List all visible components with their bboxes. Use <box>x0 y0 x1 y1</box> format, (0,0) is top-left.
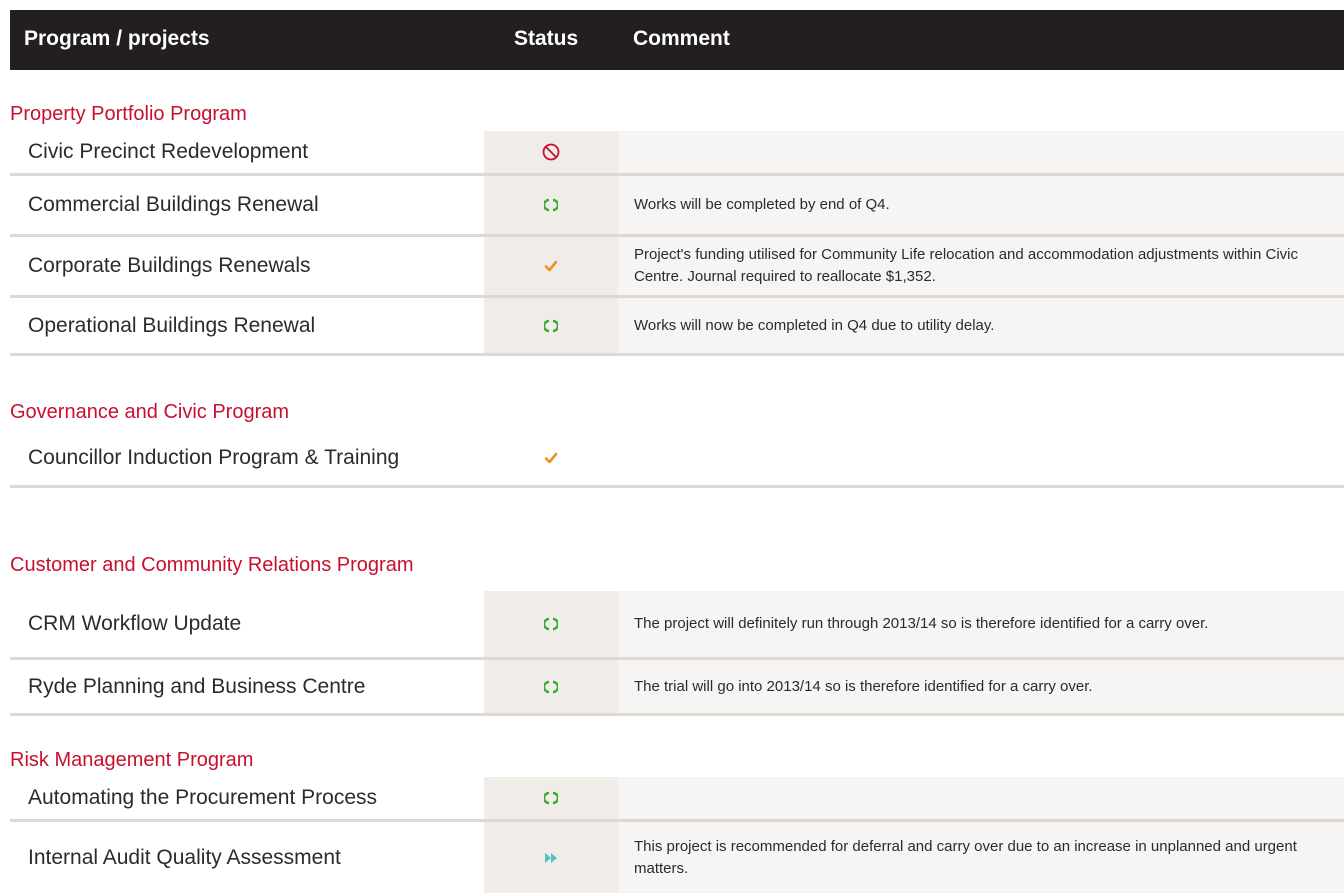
comment-cell: Works will be completed by end of Q4. <box>618 176 1344 234</box>
column-header-program-projects: Program / projects <box>24 27 210 50</box>
section-title-governance-civic: Governance and Civic Program <box>10 401 290 423</box>
section-title-property-portfolio: Property Portfolio Program <box>10 103 247 125</box>
cycle-arrows-icon <box>544 680 558 694</box>
project-name: Civic Precinct Redevelopment <box>10 131 484 173</box>
table-row: Commercial Buildings Renewal Works will … <box>10 176 1344 234</box>
comment-cell: The project will definitely run through … <box>618 591 1344 657</box>
cycle-arrows-icon <box>544 617 558 631</box>
table-row: Automating the Procurement Process <box>10 777 1344 819</box>
comment-cell: This project is recommended for deferral… <box>618 822 1344 893</box>
table-row: Operational Buildings Renewal Works will… <box>10 298 1344 353</box>
comment-cell <box>618 131 1344 173</box>
checkmark-icon <box>544 259 558 273</box>
column-header-comment: Comment <box>633 27 730 50</box>
status-cell <box>484 298 618 353</box>
cycle-arrows-icon <box>544 791 558 805</box>
fast-forward-icon <box>544 852 558 864</box>
row-divider <box>10 485 1344 488</box>
status-cell <box>484 591 618 657</box>
project-name: CRM Workflow Update <box>10 591 484 657</box>
table-header: Program / projects Status Comment <box>10 10 1344 70</box>
table-row: Councillor Induction Program & Training <box>10 430 1344 485</box>
project-name: Councillor Induction Program & Training <box>10 430 484 485</box>
cycle-arrows-icon <box>544 319 558 333</box>
row-divider <box>10 353 1344 356</box>
comment-cell: Works will now be completed in Q4 due to… <box>618 298 1344 353</box>
table-row: Ryde Planning and Business Centre The tr… <box>10 660 1344 713</box>
comment-cell: The trial will go into 2013/14 so is the… <box>618 660 1344 713</box>
checkmark-icon <box>544 451 558 465</box>
project-name: Ryde Planning and Business Centre <box>10 660 484 713</box>
cycle-arrows-icon <box>544 198 558 212</box>
status-cell <box>484 660 618 713</box>
table-row: Internal Audit Quality Assessment This p… <box>10 822 1344 893</box>
prohibit-icon <box>541 142 561 162</box>
table-row: Corporate Buildings Renewals Project's f… <box>10 237 1344 295</box>
comment-cell <box>618 430 1344 485</box>
table-row: CRM Workflow Update The project will def… <box>10 591 1344 657</box>
status-cell <box>484 237 618 295</box>
status-cell <box>484 430 618 485</box>
project-name: Internal Audit Quality Assessment <box>10 822 484 893</box>
project-name: Corporate Buildings Renewals <box>10 237 484 295</box>
table-row: Civic Precinct Redevelopment <box>10 131 1344 173</box>
project-name: Operational Buildings Renewal <box>10 298 484 353</box>
project-name: Automating the Procurement Process <box>10 777 484 819</box>
status-cell <box>484 822 618 893</box>
section-title-customer-community: Customer and Community Relations Program <box>10 554 414 576</box>
status-cell <box>484 131 618 173</box>
comment-cell <box>618 777 1344 819</box>
row-divider <box>10 713 1344 716</box>
status-cell <box>484 176 618 234</box>
column-header-status: Status <box>514 27 579 50</box>
project-name: Commercial Buildings Renewal <box>10 176 484 234</box>
status-cell <box>484 777 618 819</box>
comment-cell: Project's funding utilised for Community… <box>618 237 1344 295</box>
section-title-risk-management: Risk Management Program <box>10 749 254 771</box>
